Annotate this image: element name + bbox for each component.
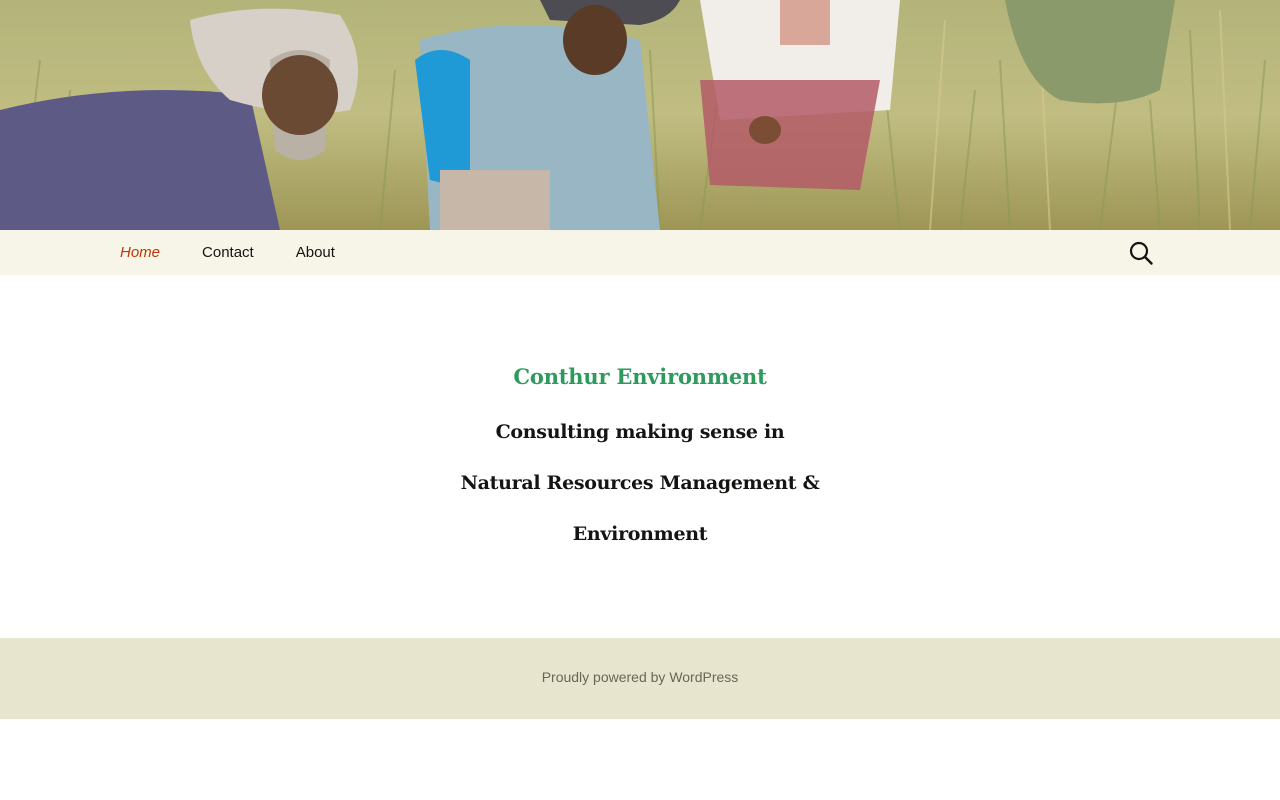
wordpress-credit-link[interactable]: Proudly powered by WordPress — [0, 669, 1280, 685]
page-title: Conthur Environment — [513, 364, 767, 389]
tagline-line-1: Consulting making sense in — [495, 421, 785, 443]
search-button[interactable] — [1126, 238, 1156, 268]
nav-item-contact[interactable]: Contact — [181, 230, 275, 275]
nav-menu: Home Contact About — [99, 230, 356, 275]
header-image — [0, 0, 1280, 230]
nav-item-about[interactable]: About — [275, 230, 356, 275]
nav-item-home[interactable]: Home — [99, 230, 181, 275]
main-navigation: Home Contact About — [0, 230, 1280, 275]
search-icon — [1129, 241, 1153, 265]
main-content: Conthur Environment Consulting making se… — [0, 275, 1280, 638]
tagline-line-3: Environment — [572, 523, 708, 545]
site-footer: Proudly powered by WordPress — [0, 638, 1280, 719]
rice-field-photo — [0, 0, 1280, 230]
tagline-line-2: Natural Resources Management & — [460, 472, 820, 494]
